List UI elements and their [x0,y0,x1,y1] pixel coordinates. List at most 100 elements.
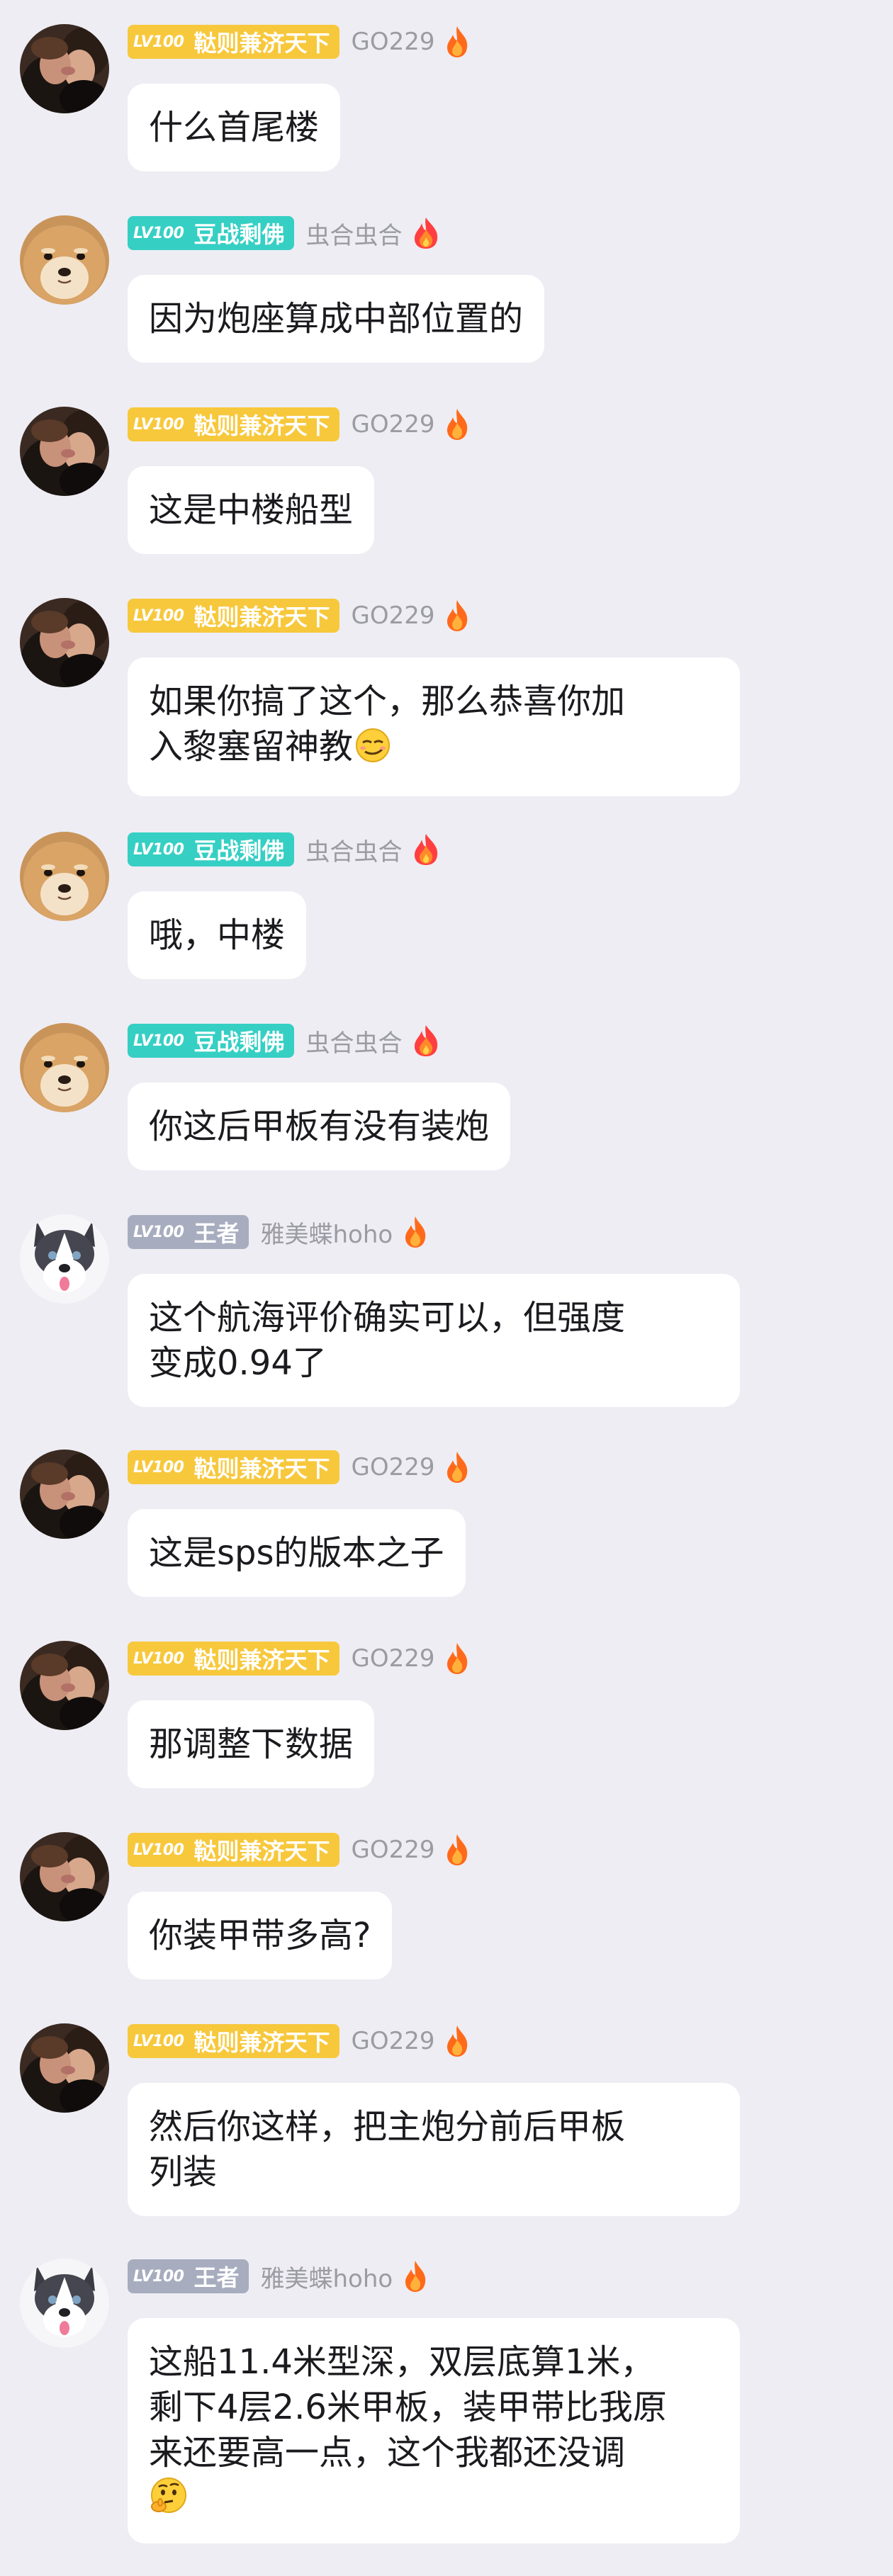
message-header: LV100 王者 雅美蝶hoho [128,1214,429,1250]
message-bubble[interactable]: 哦，中楼 [128,891,307,979]
fire-icon [401,2259,429,2293]
user-title: 鞑则兼济天下 [193,1646,330,1673]
user-title: 鞑则兼济天下 [193,1838,330,1865]
message-text: 哦，中楼 [149,915,286,955]
message-text: 这是中楼船型 [149,490,354,530]
avatar[interactable] [20,2023,109,2113]
message-header: LV100 王者 雅美蝶hoho [128,2259,429,2294]
message-bubble[interactable]: 那调整下数据 [128,1700,375,1788]
message-text: 这船11.4米型深，双层底算1米， [149,2342,655,2382]
message-text: 这个航海评价确实可以，但强度 [149,1298,626,1338]
avatar[interactable] [20,2259,109,2348]
message-bubble[interactable]: 这船11.4米型深，双层底算1米， 剩下4层2.6米甲板，装甲带比我原 来还要高… [128,2318,740,2543]
username[interactable]: 虫合虫合 [305,216,402,251]
user-title: 鞑则兼济天下 [193,30,330,57]
message-bubble[interactable]: 你这后甲板有没有装炮 [128,1083,511,1170]
level-label: LV100 [133,224,184,242]
level-badge: LV100 鞑则兼济天下 [128,599,340,633]
message-bubble[interactable]: 什么首尾楼 [128,84,341,171]
avatar-image [20,24,109,113]
level-badge: LV100 豆战剩佛 [128,1024,295,1058]
avatar[interactable] [20,1641,109,1730]
message-header: LV100 鞑则兼济天下 GO229 [128,407,471,442]
message-text: 剩下4层2.6米甲板，装甲带比我原 [149,2388,667,2427]
level-label: LV100 [133,2267,184,2286]
message-bubble[interactable]: 然后你这样，把主炮分前后甲板 列装 [128,2083,740,2216]
avatar-image [20,1214,109,1304]
fire-icon [443,1450,471,1484]
level-badge: LV100 鞑则兼济天下 [128,1450,340,1484]
avatar[interactable] [20,1450,109,1539]
level-label: LV100 [133,840,184,859]
user-title: 鞑则兼济天下 [193,2029,330,2056]
username[interactable]: GO229 [351,410,434,439]
level-badge: LV100 豆战剩佛 [128,216,295,250]
message-text: 来还要高一点，这个我都还没调 [149,2433,626,2473]
message-header: LV100 鞑则兼济天下 GO229 [128,2023,471,2059]
fire-icon [443,25,471,59]
avatar-image [20,598,109,687]
message-text: 那调整下数据 [149,1724,354,1764]
fire-red-icon [410,1024,442,1058]
username[interactable]: 虫合虫合 [305,832,402,867]
level-badge: LV100 豆战剩佛 [128,832,295,866]
level-badge: LV100 鞑则兼济天下 [128,25,340,59]
avatar-image [20,1832,109,1921]
avatar-image [20,1023,109,1112]
fire-icon [443,599,471,633]
fire-icon [443,1833,471,1867]
level-label: LV100 [133,2032,184,2050]
avatar-image [20,215,109,305]
level-label: LV100 [133,1223,184,1241]
username[interactable]: 雅美蝶hoho [260,1215,393,1250]
avatar[interactable] [20,598,109,687]
username[interactable]: GO229 [351,2027,434,2055]
message-header: LV100 鞑则兼济天下 GO229 [128,1450,471,1485]
user-title: 王者 [193,1220,240,1247]
avatar[interactable] [20,1023,109,1112]
level-label: LV100 [133,33,184,51]
username[interactable]: GO229 [351,601,434,630]
user-title: 豆战剩佛 [193,837,285,864]
avatar[interactable] [20,832,109,921]
message-bubble[interactable]: 这个航海评价确实可以，但强度 变成0.94了 [128,1274,740,1407]
message-bubble[interactable]: 如果你搞了这个，那么恭喜你加 入黎塞留神教 [128,657,740,796]
message-text: 你装甲带多高? [149,1916,371,1955]
level-label: LV100 [133,1032,184,1050]
message-text: 因为炮座算成中部位置的 [149,299,524,339]
user-title: 豆战剩佛 [193,221,285,248]
message-header: LV100 鞑则兼济天下 GO229 [128,1832,471,1868]
avatar[interactable] [20,215,109,305]
fire-icon [443,407,471,441]
username[interactable]: GO229 [351,1453,434,1481]
level-label: LV100 [133,1649,184,1668]
username[interactable]: 虫合虫合 [305,1024,402,1058]
level-label: LV100 [133,415,184,434]
message-bubble[interactable]: 这是中楼船型 [128,466,375,554]
username[interactable]: 雅美蝶hoho [260,2259,393,2294]
user-title: 鞑则兼济天下 [193,1455,330,1482]
fire-red-icon [410,216,442,250]
smirk-emoji-icon [354,727,391,775]
message-header: LV100 鞑则兼济天下 GO229 [128,598,471,633]
avatar[interactable] [20,1832,109,1921]
username[interactable]: GO229 [351,1644,434,1673]
avatar[interactable] [20,24,109,113]
message-header: LV100 鞑则兼济天下 GO229 [128,24,471,60]
avatar[interactable] [20,407,109,496]
message-text: 变成0.94了 [149,1343,327,1383]
fire-icon [443,1642,471,1676]
level-label: LV100 [133,606,184,625]
fire-red-icon [410,832,442,866]
username[interactable]: GO229 [351,28,434,56]
message-header: LV100 豆战剩佛 虫合虫合 [128,832,442,867]
level-badge: LV100 鞑则兼济天下 [128,1642,340,1676]
message-bubble[interactable]: 这是sps的版本之子 [128,1509,466,1597]
message-bubble[interactable]: 因为炮座算成中部位置的 [128,275,545,363]
message-bubble[interactable]: 你装甲带多高? [128,1892,393,1979]
message-text: 然后你这样，把主炮分前后甲板 [149,2107,626,2147]
username[interactable]: GO229 [351,1836,434,1864]
level-badge: LV100 鞑则兼济天下 [128,1833,340,1867]
level-label: LV100 [133,1841,184,1859]
avatar[interactable] [20,1214,109,1304]
